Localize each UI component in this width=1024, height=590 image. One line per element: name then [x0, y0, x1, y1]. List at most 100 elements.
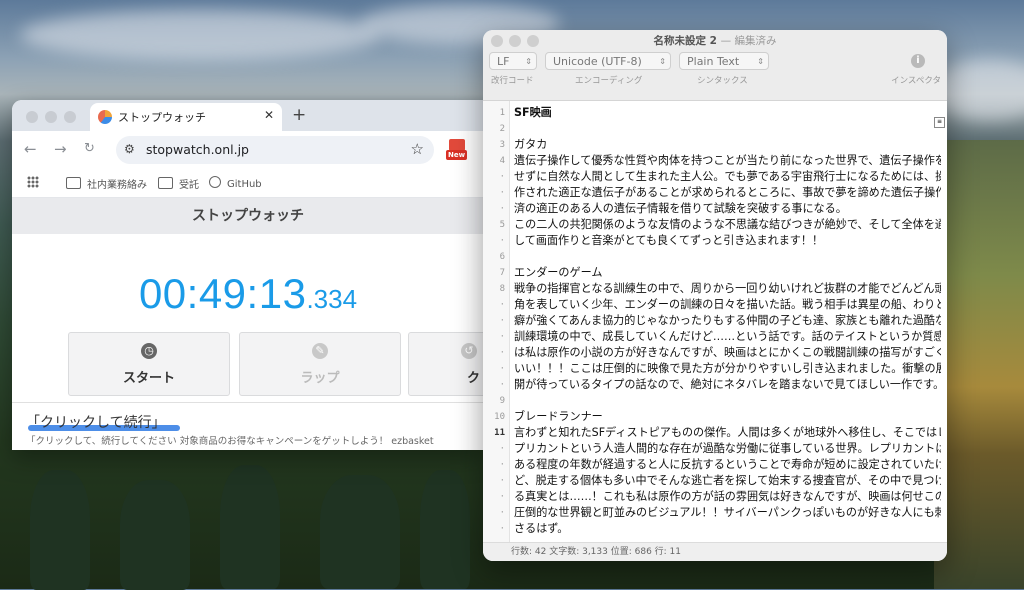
address-bar[interactable]: ⚙ stopwatch.onl.jp ☆ — [116, 136, 434, 164]
inspector-info-icon[interactable]: i — [911, 54, 925, 68]
text-line[interactable] — [514, 121, 941, 137]
text-line[interactable]: る真実とは……！これも私は原作の方が話の雰囲気は好きなんですが、映画は何せこの — [514, 489, 941, 505]
start-button-label: スタート — [122, 371, 175, 386]
close-tab-icon[interactable]: ✕ — [264, 108, 274, 122]
tab-title: ストップウォッチ — [118, 111, 206, 124]
split-view-icon[interactable]: ≡ — [934, 117, 945, 128]
apps-grid-icon[interactable] — [27, 176, 39, 188]
zoom-window-button[interactable] — [64, 111, 76, 123]
text-line[interactable] — [514, 249, 941, 265]
text-line[interactable]: この二人の共犯関係のような友情のような不思議な結びつきが絶妙で、そして全体を通 — [514, 217, 941, 233]
text-editor-window: 名称未設定 2 — 編集済み LF ⇕ Unicode (UTF-8) ⇕ Plai… — [483, 30, 947, 561]
text-line[interactable]: 圧倒的な世界観と町並みのビジュアル！！サイバーパンクっぽいものが好きな人にも刺 — [514, 505, 941, 521]
line-number: · — [499, 204, 505, 214]
encoding-popup[interactable]: Unicode (UTF-8) ⇕ — [545, 52, 671, 70]
site-settings-icon[interactable]: ⚙ — [124, 142, 135, 156]
line-number: · — [499, 524, 505, 534]
line-ending-caption: 改行コード — [491, 76, 534, 86]
text-line[interactable]: ある程度の年数が経過すると人に反抗するということで寿命が短めに設定されていたけ — [514, 457, 941, 473]
line-number: · — [499, 172, 505, 182]
clear-button[interactable]: ↺ ク — [408, 332, 484, 396]
ad-text[interactable]: 「クリックして、続行してください 対象商品のお得なキャンペーンをゲットしよう！ … — [26, 433, 434, 447]
bookmark-github[interactable]: GitHub — [209, 176, 262, 190]
extension-icon[interactable]: New — [446, 139, 468, 161]
browser-window: ストップウォッチ ✕ + ← → ↻ ⚙ stopwatch.onl.jp ☆ … — [12, 100, 484, 450]
text-line[interactable]: 言わずと知れたSFディストピアものの傑作。人間は多くが地球外へ移住し、そこではレ — [514, 425, 941, 441]
minimize-window-button[interactable] — [45, 111, 57, 123]
text-line[interactable]: プリカントという人造人間的な存在が過酷な労働に従事している世界。レプリカントは — [514, 441, 941, 457]
line-number: 8 — [499, 284, 505, 294]
clock-icon: ◷ — [141, 343, 157, 359]
forward-arrow-icon[interactable]: → — [54, 140, 67, 158]
close-window-button[interactable] — [26, 111, 38, 123]
line-number: 5 — [499, 220, 505, 230]
github-icon — [209, 176, 221, 188]
line-number-gutter: 1 2 3 4 · · · 5 · 6 7 8 · · · · · · 9 10 11 · · · · · · — [483, 101, 510, 543]
text-line[interactable]: ブレードランナー — [514, 409, 941, 425]
line-number: 2 — [499, 124, 505, 134]
text-line[interactable]: さるはず。 — [514, 521, 941, 537]
text-line[interactable]: せずに自然な人間として生まれた主人公。でも夢である宇宙飛行士になるためには、操 — [514, 169, 941, 185]
extension-new-badge: New — [446, 150, 468, 160]
stopwatch-page: ストップウォッチ 00:49:13.334 ◷ スタート ✎ ラップ ↺ ク 「… — [12, 198, 484, 450]
url-text: stopwatch.onl.jp — [146, 142, 249, 157]
text-line[interactable] — [514, 393, 941, 409]
text-line[interactable]: 戦争の指揮官となる訓練生の中で、周りから一回り幼いけれど抜群の才能でどんどん頭 — [514, 281, 941, 297]
text-line[interactable]: 訓練環境の中で、成長していくんだけど……という話です。話のテイストというか質感 — [514, 329, 941, 345]
line-number: · — [499, 380, 505, 390]
document-title: 名称未設定 2 — 編集済み — [653, 35, 777, 47]
folder-icon — [66, 177, 81, 189]
line-number: · — [499, 236, 505, 246]
document-text[interactable]: SF映画ガタカ 遺伝子操作して優秀な性質や肉体を持つことが当たり前になった世界で、… — [514, 101, 941, 537]
elapsed-time-main: 00:49:13 — [138, 270, 307, 317]
bookmark-star-icon[interactable]: ☆ — [411, 140, 424, 158]
elapsed-time-ms: .334 — [306, 284, 358, 314]
clear-button-label: ク — [467, 371, 481, 386]
encoding-caption: エンコーディング — [575, 76, 643, 86]
text-line[interactable]: SF映画 — [514, 105, 941, 121]
editor-text-area[interactable]: 1 2 3 4 · · · 5 · 6 7 8 · · · · · · 9 10 11 · · · · · · SF映画 ガタカ 遺伝子… — [483, 101, 947, 543]
inspector-caption: インスペクタ — [891, 76, 941, 86]
text-line[interactable]: いい！！！ここは圧倒的に映像で見た方が分かりやすいし引き込まれました。衝撃の展 — [514, 361, 941, 377]
line-number: 3 — [499, 140, 505, 150]
text-line[interactable]: ガタカ — [514, 137, 941, 153]
tab-strip: ストップウォッチ ✕ + — [12, 100, 484, 131]
start-button[interactable]: ◷ スタート — [68, 332, 230, 396]
reset-icon: ↺ — [461, 343, 477, 359]
text-line[interactable]: して画面作りと音楽がとても良くてずっと引き込まれます！！ — [514, 233, 941, 249]
text-line[interactable]: 作された適正な遺伝子があることが求められるところに、事故で夢を諦めた遺伝子操作 — [514, 185, 941, 201]
text-line[interactable]: エンダーのゲーム — [514, 265, 941, 281]
bookmark-folder-contract[interactable]: 受託 — [158, 176, 199, 191]
reload-icon[interactable]: ↻ — [84, 141, 95, 156]
lap-button[interactable]: ✎ ラップ — [239, 332, 401, 396]
back-arrow-icon[interactable]: ← — [24, 140, 37, 158]
lap-button-label: ラップ — [300, 371, 340, 386]
line-number: · — [499, 348, 505, 358]
text-line[interactable]: は私は原作の小説の方が好きなんですが、映画はとにかくこの戦闘訓練の描写がすごく — [514, 345, 941, 361]
ad-banner[interactable]: 「クリックして続行」 「クリックして、続行してください 対象商品のお得なキャンペ… — [12, 402, 484, 450]
new-tab-icon[interactable]: + — [292, 105, 306, 125]
page-title: ストップウォッチ — [12, 198, 484, 234]
line-ending-popup[interactable]: LF ⇕ — [489, 52, 537, 70]
tab-stopwatch[interactable]: ストップウォッチ ✕ — [90, 103, 282, 131]
line-number: 10 — [494, 412, 505, 422]
elapsed-time-display: 00:49:13.334 — [12, 270, 484, 318]
text-line[interactable]: 角を表していく少年、エンダーの訓練の日々を描いた話。戦う相手は異星の船、わりと — [514, 297, 941, 313]
text-line[interactable]: 遺伝子操作して優秀な性質や肉体を持つことが当たり前になった世界で、遺伝子操作を — [514, 153, 941, 169]
syntax-popup[interactable]: Plain Text ⇕ — [679, 52, 769, 70]
line-number: · — [499, 188, 505, 198]
text-line[interactable]: 済の適正のある人の遺伝子情報を借りて試験を突破する事になる。 — [514, 201, 941, 217]
line-number: · — [499, 460, 505, 470]
browser-toolbar: ← → ↻ ⚙ stopwatch.onl.jp ☆ New — [12, 131, 484, 169]
bookmark-folder-work[interactable]: 社内業務絡み — [66, 176, 147, 191]
stopwatch-favicon-icon — [98, 110, 112, 124]
text-line[interactable]: ど、脱走する個体も多い中でそんな逃亡者を探して始末する捜査官が、その中で見つけ — [514, 473, 941, 489]
text-line[interactable]: 癖が強くてあんま協力的じゃなかったりもする仲間の子ども達、家族とも離れた過酷な — [514, 313, 941, 329]
editor-titlebar: 名称未設定 2 — 編集済み LF ⇕ Unicode (UTF-8) ⇕ Plai… — [483, 30, 947, 101]
text-line[interactable]: 開が待っているタイプの話なので、絶対にネタバレを踏まないで見てほしい一作です。 — [514, 377, 941, 393]
ad-title[interactable]: 「クリックして続行」 — [26, 412, 166, 432]
syntax-caption: シンタックス — [697, 76, 748, 86]
line-number: · — [499, 476, 505, 486]
line-number: 1 — [499, 108, 505, 118]
line-number: 4 — [499, 156, 505, 166]
